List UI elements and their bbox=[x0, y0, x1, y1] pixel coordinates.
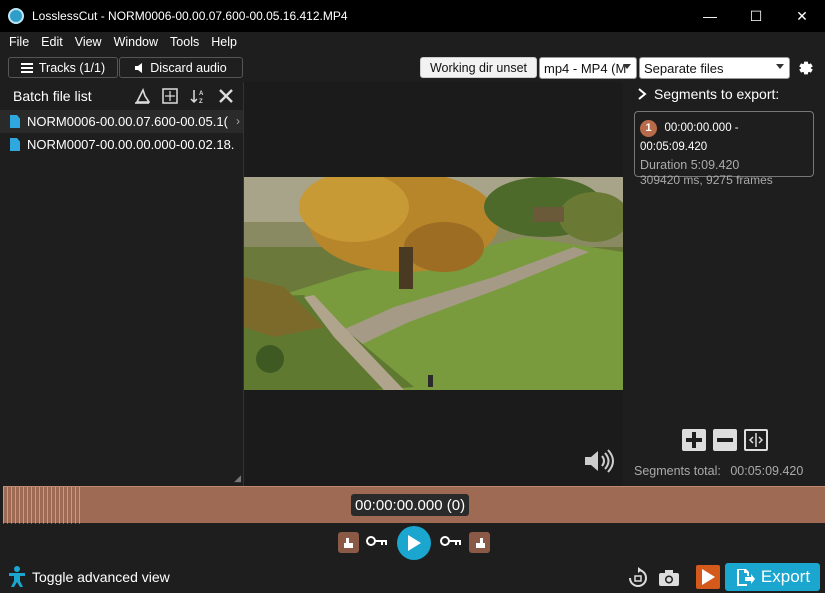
resize-handle[interactable]: ◢ bbox=[234, 473, 241, 484]
segments-header-label: Segments to export: bbox=[654, 86, 780, 102]
volume-icon[interactable] bbox=[583, 448, 615, 474]
output-mode-value: Separate files bbox=[644, 60, 724, 76]
segment-number-badge: 1 bbox=[640, 119, 657, 137]
camera-icon[interactable] bbox=[658, 569, 680, 587]
wizard-icon[interactable] bbox=[133, 87, 151, 105]
segments-total-label: Segments total: bbox=[634, 464, 721, 478]
segment-card[interactable]: 1 00:00:00.000 - 00:05:09.420 Duration 5… bbox=[634, 111, 814, 187]
video-player[interactable] bbox=[244, 82, 623, 486]
discard-audio-label: Discard audio bbox=[150, 60, 227, 75]
playback-controls bbox=[0, 523, 825, 563]
export-label: Export bbox=[760, 567, 811, 586]
timeline[interactable]: 00:00:00.000 (0) bbox=[3, 486, 825, 524]
tracks-label: Tracks (1/1) bbox=[38, 60, 106, 75]
chevron-right-icon: › bbox=[236, 114, 240, 128]
remove-icon bbox=[717, 438, 733, 442]
menu-help[interactable]: Help bbox=[205, 35, 243, 49]
remove-segment-button[interactable] bbox=[713, 429, 737, 451]
chevron-right-icon bbox=[638, 88, 647, 100]
menu-edit[interactable]: Edit bbox=[35, 35, 69, 49]
settings-icon[interactable] bbox=[795, 57, 817, 79]
file-name: NORM0007-00.00.00.000-00.02.18. bbox=[27, 137, 235, 152]
set-cut-end-button[interactable] bbox=[469, 532, 490, 553]
play-icon bbox=[408, 535, 421, 551]
list-icon bbox=[20, 62, 33, 73]
key-icon[interactable] bbox=[366, 535, 388, 547]
cut-end-icon bbox=[475, 537, 485, 548]
bottom-bar: Toggle advanced view Export bbox=[0, 563, 825, 593]
minimize-button[interactable]: — bbox=[687, 0, 733, 32]
toolbar: Tracks (1/1) Discard audio Working dir u… bbox=[0, 52, 825, 82]
chevron-down-icon bbox=[623, 64, 631, 69]
segments-header[interactable]: Segments to export: bbox=[623, 82, 825, 106]
format-select-value: mp4 - MP4 (M bbox=[544, 60, 627, 76]
rotate-icon[interactable] bbox=[627, 567, 649, 589]
accessibility-icon[interactable] bbox=[8, 566, 26, 588]
cut-start-icon bbox=[343, 537, 353, 548]
toggle-advanced-view[interactable]: Toggle advanced view bbox=[32, 569, 170, 585]
file-list-item[interactable]: NORM0007-00.00.00.000-00.02.18. bbox=[0, 133, 243, 156]
menu-window[interactable]: Window bbox=[108, 35, 164, 49]
title-bar: LosslessCut - NORM0006-00.00.07.600-00.0… bbox=[0, 0, 825, 32]
sort-icon[interactable]: AZ bbox=[189, 87, 207, 105]
split-icon bbox=[748, 433, 764, 447]
expand-icon[interactable] bbox=[161, 87, 179, 105]
segments-total: Segments total: 00:05:09.420 bbox=[634, 464, 803, 478]
export-mode-icon bbox=[702, 569, 715, 585]
discard-audio-button[interactable]: Discard audio bbox=[119, 57, 243, 78]
file-icon bbox=[10, 115, 20, 128]
add-icon bbox=[686, 432, 702, 448]
play-button[interactable] bbox=[397, 526, 431, 560]
file-list-item[interactable]: NORM0006-00.00.07.600-00.05.1( › bbox=[0, 110, 243, 133]
window-title: LosslessCut - NORM0006-00.00.07.600-00.0… bbox=[32, 9, 348, 23]
speaker-icon bbox=[135, 62, 143, 73]
key-icon[interactable] bbox=[440, 535, 462, 547]
export-icon bbox=[736, 569, 755, 586]
close-button[interactable]: ✕ bbox=[779, 0, 825, 32]
set-cut-start-button[interactable] bbox=[338, 532, 359, 553]
split-segment-button[interactable] bbox=[744, 429, 768, 451]
maximize-button[interactable]: ☐ bbox=[733, 0, 779, 32]
menu-file[interactable]: File bbox=[3, 35, 35, 49]
export-mode-button[interactable] bbox=[696, 565, 720, 589]
svg-text:Z: Z bbox=[199, 99, 203, 104]
menu-tools[interactable]: Tools bbox=[164, 35, 205, 49]
app-icon bbox=[8, 8, 24, 24]
video-frame bbox=[244, 177, 623, 390]
segment-detail: 309420 ms, 9275 frames bbox=[640, 172, 773, 187]
output-mode-select[interactable]: Separate files bbox=[639, 57, 790, 79]
segments-panel: Segments to export: 1 00:00:00.000 - 00:… bbox=[623, 82, 825, 486]
working-dir-button[interactable]: Working dir unset bbox=[420, 57, 537, 78]
svg-text:A: A bbox=[199, 91, 204, 97]
segments-total-value: 00:05:09.420 bbox=[730, 464, 804, 478]
close-icon[interactable] bbox=[217, 87, 235, 105]
batch-file-panel: Batch file list AZ NORM0006-00.00.07.600… bbox=[0, 82, 244, 486]
file-icon bbox=[10, 138, 20, 151]
current-time-display[interactable]: 00:00:00.000 (0) bbox=[351, 494, 470, 516]
segment-duration: Duration 5:09.420 bbox=[640, 157, 740, 172]
export-button[interactable]: Export bbox=[725, 563, 820, 591]
chevron-down-icon bbox=[776, 64, 784, 69]
tracks-button[interactable]: Tracks (1/1) bbox=[8, 57, 118, 78]
add-segment-button[interactable] bbox=[682, 429, 706, 451]
menu-view[interactable]: View bbox=[69, 35, 108, 49]
file-name: NORM0006-00.00.07.600-00.05.1( bbox=[27, 114, 228, 129]
format-select[interactable]: mp4 - MP4 (M bbox=[539, 57, 637, 79]
timeline-ticks bbox=[3, 487, 83, 524]
menu-bar: File Edit View Window Tools Help bbox=[0, 32, 825, 52]
